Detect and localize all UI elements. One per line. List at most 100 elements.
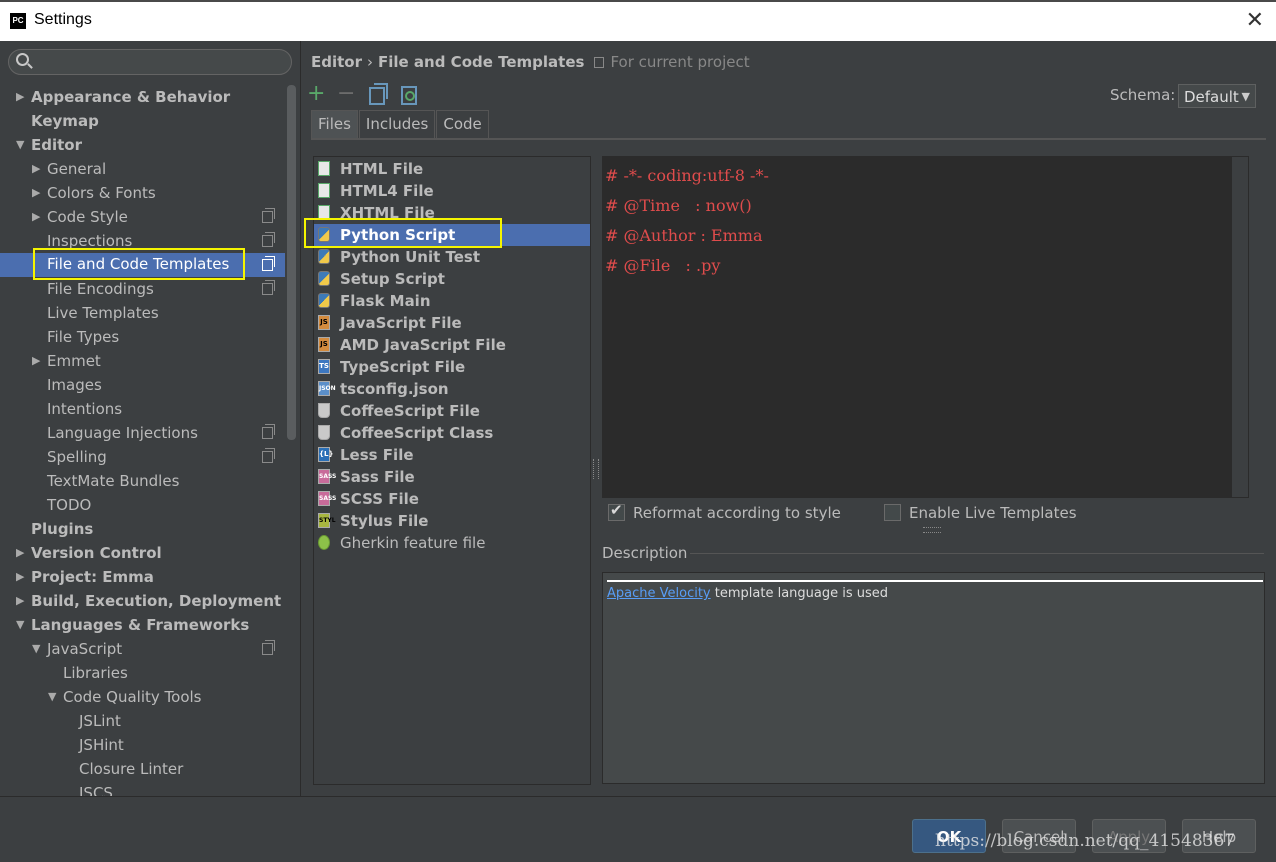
remove-template-button[interactable]: − [337,81,355,106]
sidebar-item-label: Version Control [31,544,162,562]
template-list-item[interactable]: JS AMD JavaScript File [314,334,590,356]
sidebar-item[interactable]: ▶ Project: Emma [0,565,285,589]
sidebar-item[interactable]: ▶ Colors & Fonts [0,181,285,205]
template-list-item[interactable]: JSON tsconfig.json [314,378,590,400]
sidebar-item[interactable]: Keymap [0,109,285,133]
code-line[interactable]: # @Author : Emma [605,221,769,251]
sidebar-item[interactable]: File Types [0,325,285,349]
settings-sidebar: ▶ Appearance & Behavior Keymap ▼ Editor ▶ Gene… [0,41,301,796]
sidebar-scrollbar[interactable] [287,85,296,440]
live-templates-option[interactable]: Enable Live Templates [884,504,1077,522]
template-list-item[interactable]: CoffeeScript File [314,400,590,422]
resize-grip[interactable] [923,527,941,533]
sidebar-item[interactable]: JSCS [0,781,285,796]
sidebar-item-label: Emmet [47,352,101,370]
sidebar-item-label: Languages & Frameworks [31,616,250,634]
template-list-item[interactable]: SASS SCSS File [314,488,590,510]
sidebar-item[interactable]: Plugins [0,517,285,541]
sidebar-item[interactable]: Closure Linter [0,757,285,781]
code-line[interactable]: # @Time : now() [605,191,769,221]
close-icon[interactable]: ✕ [1246,8,1264,33]
code-line[interactable]: # -*- coding:utf-8 -*- [605,161,769,191]
breadcrumb-editor: Editor [311,53,362,71]
coffee-file-icon [318,403,330,418]
template-name: Python Unit Test [340,248,481,266]
tab-files[interactable]: Files [311,110,358,138]
sidebar-item[interactable]: ▶ Code Style [0,205,285,229]
sidebar-item[interactable]: ▶ Appearance & Behavior [0,85,285,109]
template-list-item[interactable]: CoffeeScript Class [314,422,590,444]
template-code[interactable]: # -*- coding:utf-8 -*- # @Time : now() # @… [605,161,769,281]
sidebar-item[interactable]: ▶ General [0,157,285,181]
sidebar-item[interactable]: Language Injections [0,421,285,445]
expand-right-icon[interactable]: ▶ [16,85,24,109]
sidebar-item[interactable]: ▼ Languages & Frameworks [0,613,285,637]
sidebar-item-label: Appearance & Behavior [31,88,231,106]
expand-right-icon[interactable]: ▶ [16,565,24,589]
template-list-item[interactable]: HTML4 File [314,180,590,202]
code-line[interactable]: # @File : .py [605,251,769,281]
sidebar-item[interactable]: File and Code Templates [0,248,285,280]
expand-right-icon[interactable]: ▶ [16,541,24,565]
template-list-item[interactable]: Setup Script [314,268,590,290]
expand-down-icon[interactable]: ▼ [48,685,56,709]
tab-code[interactable]: Code [436,110,489,138]
tab-includes[interactable]: Includes [358,110,436,138]
expand-right-icon[interactable]: ▶ [32,181,40,205]
schema-value: Default [1184,88,1239,106]
splitter-handle[interactable] [593,459,599,479]
template-list-item[interactable]: {L} Less File [314,444,590,466]
schema-dropdown[interactable]: Default ▼ [1178,84,1256,108]
copy-template-button[interactable] [369,83,388,105]
add-template-button[interactable]: + [307,81,325,106]
project-scope-icon [594,57,605,68]
expand-right-icon[interactable]: ▶ [16,589,24,613]
sidebar-item[interactable]: ▶ Version Control [0,541,285,565]
template-list-item[interactable]: Flask Main [314,290,590,312]
sidebar-item[interactable]: JSHint [0,733,285,757]
expand-right-icon[interactable]: ▶ [32,205,40,229]
sidebar-item-label: Intentions [47,400,123,418]
coffee-file-icon [318,425,330,440]
sidebar-item[interactable]: TextMate Bundles [0,469,285,493]
reformat-checkbox[interactable] [608,501,625,521]
sidebar-item[interactable]: Intentions [0,397,285,421]
title-bar: PC Settings ✕ [0,0,1276,41]
expand-down-icon[interactable]: ▼ [16,133,24,157]
live-templates-checkbox[interactable] [884,504,901,521]
sidebar-item[interactable]: ▼ Code Quality Tools [0,685,285,709]
sidebar-item[interactable]: Live Templates [0,301,285,325]
ts-file-icon: TS [318,359,330,374]
settings-search-input[interactable] [8,49,292,75]
template-list-item[interactable]: STYL Stylus File [314,510,590,532]
sidebar-item[interactable]: JSLint [0,709,285,733]
template-list-item[interactable]: TS TypeScript File [314,356,590,378]
editor-scrollbar[interactable] [1232,157,1248,497]
template-list-item[interactable]: Gherkin feature file [314,532,590,554]
sidebar-item[interactable]: ▶ Build, Execution, Deployment [0,589,285,613]
sidebar-item[interactable]: ▼ JavaScript [0,637,285,661]
sidebar-item[interactable]: Spelling [0,445,285,469]
apache-velocity-link[interactable]: Apache Velocity [607,586,711,601]
sidebar-item[interactable]: Images [0,373,285,397]
expand-right-icon[interactable]: ▶ [32,349,40,373]
template-list-item[interactable]: Python Unit Test [314,246,590,268]
template-editor[interactable]: # -*- coding:utf-8 -*- # @Time : now() # @… [602,156,1249,498]
gherkin-file-icon [318,535,330,550]
expand-down-icon[interactable]: ▼ [32,637,40,661]
expand-down-icon[interactable]: ▼ [16,613,24,637]
sidebar-item[interactable]: Libraries [0,661,285,685]
template-list-item[interactable]: SASS Sass File [314,466,590,488]
sidebar-item[interactable]: ▼ Editor [0,133,285,157]
template-list-item[interactable]: Python Script [304,218,590,248]
template-name: Gherkin feature file [340,534,486,552]
template-list-item[interactable]: HTML File [314,158,590,180]
reformat-option[interactable]: Reformat according to style [608,501,841,522]
sidebar-item[interactable]: File Encodings [0,277,285,301]
reset-template-button[interactable] [401,86,417,105]
expand-right-icon[interactable]: ▶ [32,157,40,181]
sidebar-item[interactable]: ▶ Emmet [0,349,285,373]
sidebar-item[interactable]: TODO [0,493,285,517]
sidebar-item-label: Editor [31,136,82,154]
template-list-item[interactable]: JS JavaScript File [314,312,590,334]
